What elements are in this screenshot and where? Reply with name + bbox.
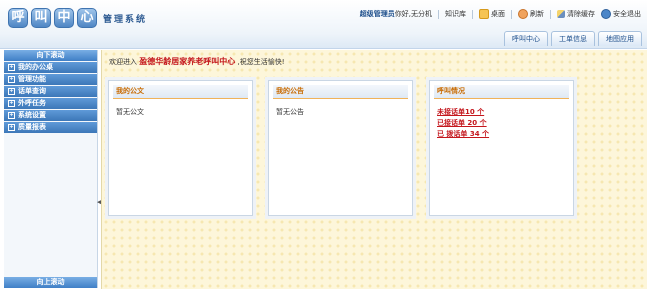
sidebar-item-call-records[interactable]: + 话单查询	[4, 86, 97, 97]
knowledge-base-link[interactable]: 知识库	[445, 9, 466, 19]
knowledge-base-label: 知识库	[445, 10, 466, 18]
user-welcome: 超级管理员你好,无分机	[360, 9, 432, 19]
header: 呼 叫 中 心 管理系统 超级管理员你好,无分机 知识库 桌面 刷新 清除缓存	[0, 0, 647, 49]
sidebar-item-quality-reports[interactable]: + 质量报表	[4, 122, 97, 133]
logo-char: 呼	[8, 8, 28, 28]
user-name: 超级管理员	[359, 10, 395, 18]
received-calls-link[interactable]: 已接话单 20 个	[437, 118, 566, 129]
clear-cache-link[interactable]: 清除缓存	[557, 9, 595, 19]
user-greeting: 你好,无分机	[394, 10, 432, 18]
panel-title: 呼叫情况	[434, 85, 569, 99]
empty-message: 暂无公告	[276, 108, 304, 116]
documents-panel: 我的公文 暂无公文	[108, 80, 253, 216]
divider	[511, 9, 512, 19]
top-toolbar: 超级管理员你好,无分机 知识库 桌面 刷新 清除缓存 安全退出	[360, 9, 641, 19]
sidebar-item-label: 管理功能	[18, 75, 46, 83]
sidebar-item-label: 外呼任务	[18, 99, 46, 107]
unreceived-calls-link[interactable]: 未接话单10 个	[437, 107, 566, 118]
desktop-icon	[479, 9, 489, 19]
expand-icon: +	[8, 88, 15, 95]
logout-icon	[601, 9, 611, 19]
logout-link[interactable]: 安全退出	[601, 9, 641, 19]
top-tabs: 呼叫中心 工单信息 地图应用	[504, 31, 642, 46]
refresh-link[interactable]: 刷新	[518, 9, 544, 19]
scroll-down-button[interactable]: 向下滚动	[4, 50, 97, 61]
refresh-label: 刷新	[530, 10, 544, 18]
expand-icon: +	[8, 100, 15, 107]
logo-subtitle: 管理系统	[103, 14, 148, 25]
sidebar-item-management[interactable]: + 管理功能	[4, 74, 97, 85]
logo-char: 心	[77, 8, 97, 28]
call-status-panel: 呼叫情况 未接话单10 个 已接话单 20 个 已 拨话单 34 个	[429, 80, 574, 216]
divider	[550, 9, 551, 19]
app-logo: 呼 叫 中 心 管理系统	[8, 8, 147, 28]
sidebar-item-outbound-tasks[interactable]: + 外呼任务	[4, 98, 97, 109]
expand-icon: +	[8, 124, 15, 131]
clear-cache-label: 清除缓存	[567, 10, 595, 18]
tab-map[interactable]: 地图应用	[598, 31, 642, 46]
sidebar-item-system-settings[interactable]: + 系统设置	[4, 110, 97, 121]
empty-message: 暂无公文	[116, 108, 144, 116]
sidebar-item-label: 质量报表	[18, 123, 46, 131]
broom-icon	[557, 10, 565, 18]
dialed-calls-link[interactable]: 已 拨话单 34 个	[437, 129, 566, 140]
logo-title: 呼 叫 中 心	[8, 8, 97, 28]
sidebar-item-label: 我的办公桌	[18, 63, 53, 71]
panel-body: 未接话单10 个 已接话单 20 个 已 拨话单 34 个	[430, 99, 573, 148]
logo-char: 中	[54, 8, 74, 28]
expand-icon: +	[8, 76, 15, 83]
notices-panel: 我的公告 暂无公告	[268, 80, 413, 216]
panel-body: 暂无公文	[109, 99, 252, 125]
desktop-link[interactable]: 桌面	[479, 9, 505, 19]
welcome-message: 欢迎进入 盈德华龄居家养老呼叫中心 ,祝您生活愉快!	[109, 56, 285, 67]
expand-icon: +	[8, 64, 15, 71]
refresh-icon	[518, 9, 528, 19]
greeting-prefix: 欢迎进入	[109, 58, 137, 66]
main-content: 欢迎进入 盈德华龄居家养老呼叫中心 ,祝您生活愉快! 我的公文 暂无公文 我的公…	[101, 50, 647, 289]
tab-work-orders[interactable]: 工单信息	[551, 31, 595, 46]
panel-title: 我的公文	[113, 85, 248, 99]
sidebar-item-label: 系统设置	[18, 111, 46, 119]
scroll-up-button[interactable]: 向上滚动	[4, 277, 97, 288]
logo-char: 叫	[31, 8, 51, 28]
panel-body: 暂无公告	[269, 99, 412, 125]
divider	[438, 9, 439, 19]
greeting-suffix: ,祝您生活愉快!	[237, 58, 285, 66]
desktop-label: 桌面	[491, 10, 505, 18]
collapse-sidebar-icon[interactable]: ◀	[97, 198, 102, 206]
panel-title: 我的公告	[273, 85, 408, 99]
expand-icon: +	[8, 112, 15, 119]
logout-label: 安全退出	[613, 10, 641, 18]
divider	[472, 9, 473, 19]
organization-name: 盈德华龄居家养老呼叫中心	[139, 57, 236, 66]
sidebar-item-my-office[interactable]: + 我的办公桌	[4, 62, 97, 73]
sidebar-item-label: 话单查询	[18, 87, 46, 95]
sidebar: 向下滚动 + 我的办公桌 + 管理功能 + 话单查询 + 外呼任务 + 系统设置…	[4, 50, 98, 288]
tab-call-center[interactable]: 呼叫中心	[504, 31, 548, 46]
